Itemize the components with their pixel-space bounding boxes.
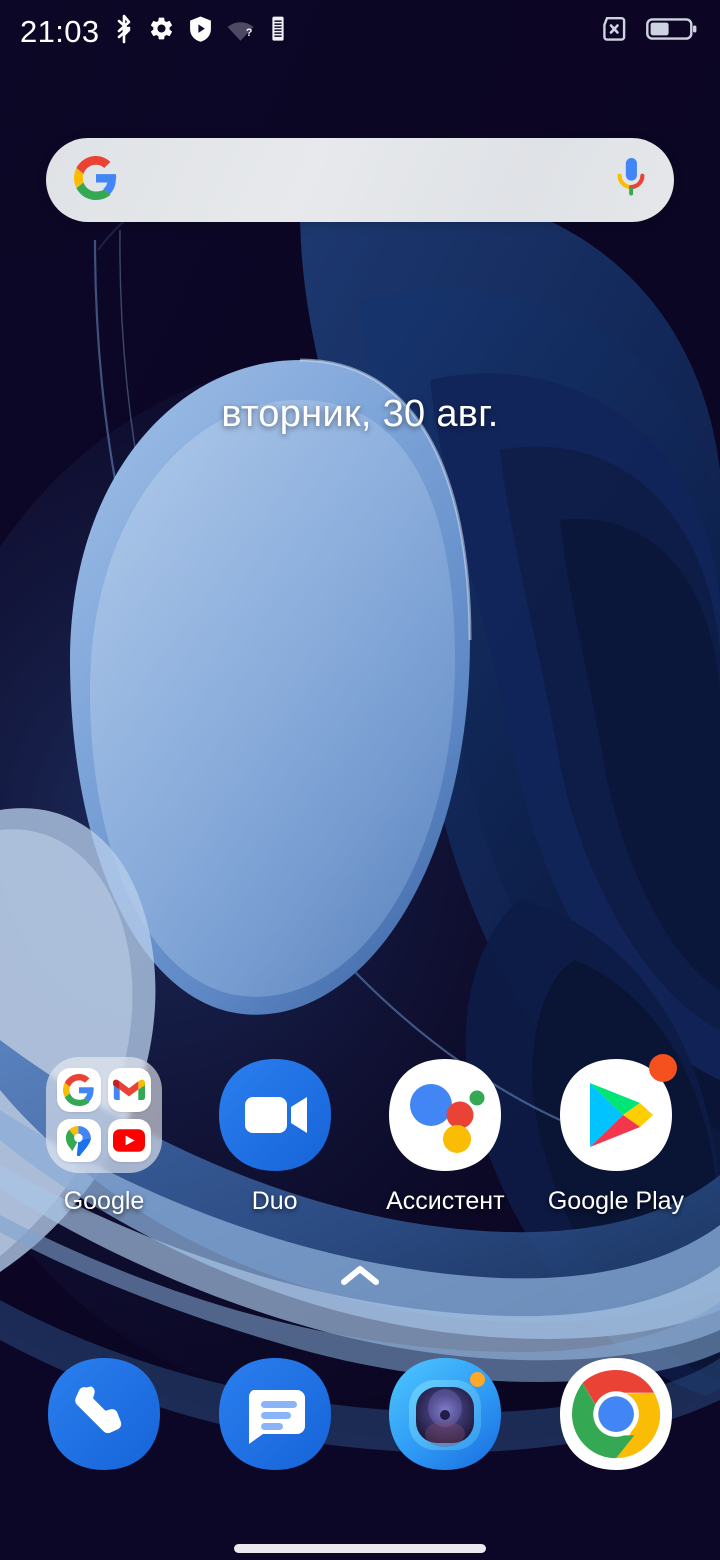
app-icon-duo[interactable]: Duo	[199, 1057, 351, 1216]
duo-icon-wrap	[217, 1057, 333, 1173]
youtube-icon	[107, 1118, 151, 1162]
app-label: Duo	[251, 1187, 298, 1215]
dock-item-messages[interactable]	[199, 1356, 351, 1472]
dock-item-phone[interactable]	[28, 1356, 180, 1472]
app-icon-assistant[interactable]: Ассистент	[369, 1057, 521, 1216]
google-folder-icon-wrap	[46, 1057, 162, 1173]
settings-gear-icon	[148, 15, 175, 47]
google-assistant-icon[interactable]	[387, 1057, 503, 1173]
status-bar[interactable]: 21:03 ?	[0, 0, 720, 62]
status-time: 21:03	[20, 13, 100, 49]
play-protect-shield-icon	[188, 15, 213, 48]
search-input[interactable]	[118, 138, 614, 222]
duo-icon[interactable]	[217, 1057, 333, 1173]
dock	[0, 1356, 720, 1472]
dock-item-chrome[interactable]	[540, 1356, 692, 1472]
camera-icon-wrap	[387, 1356, 503, 1472]
status-bar-left: 21:03 ?	[20, 14, 288, 49]
gesture-home-bar[interactable]	[234, 1544, 486, 1553]
app-icon-google-play[interactable]: Google Play	[540, 1054, 692, 1216]
home-screen: 21:03 ? вторник, 30 авг. Google Duo Асси…	[0, 0, 720, 1560]
bluetooth-icon	[113, 14, 135, 49]
app-drawer-handle[interactable]	[0, 1262, 720, 1295]
google-folder-icon[interactable]	[46, 1057, 162, 1173]
google-g-icon	[74, 155, 118, 205]
wifi-no-internet-icon: ?	[226, 16, 255, 46]
messages-icon[interactable]	[217, 1356, 333, 1472]
app-label: Ассистент	[386, 1187, 505, 1215]
assistant-icon-wrap	[387, 1057, 503, 1173]
maps-icon	[57, 1118, 101, 1162]
chrome-icon[interactable]	[558, 1356, 674, 1472]
mobile-data-icon	[268, 15, 288, 48]
app-icon-google-folder[interactable]: Google	[28, 1057, 180, 1216]
wallpaper	[0, 0, 720, 1560]
date-text[interactable]: вторник, 30 авг.	[0, 393, 720, 436]
no-sim-card-icon	[598, 14, 632, 49]
notification-badge	[648, 1054, 677, 1082]
google-g-icon	[57, 1068, 101, 1112]
app-label: Google	[63, 1187, 145, 1215]
camera-icon[interactable]	[387, 1356, 503, 1472]
status-bar-right	[598, 14, 698, 49]
chevron-up-icon[interactable]	[338, 1262, 382, 1295]
phone-icon[interactable]	[46, 1356, 162, 1472]
google-search-bar[interactable]	[46, 138, 674, 222]
svg-text:?: ?	[245, 27, 252, 39]
app-row-1: Google Duo Ассистент Google Play	[0, 1054, 720, 1216]
dock-item-camera[interactable]	[369, 1356, 521, 1472]
battery-icon	[646, 15, 698, 48]
app-label: Google Play	[547, 1187, 685, 1215]
google-play-icon-wrap	[558, 1054, 677, 1173]
gmail-icon	[107, 1068, 151, 1112]
microphone-icon[interactable]	[614, 156, 648, 205]
